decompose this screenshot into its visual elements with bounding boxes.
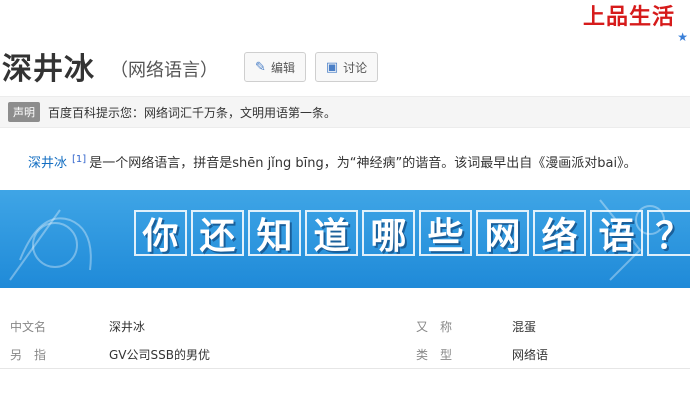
divider bbox=[0, 368, 690, 369]
info-row: 中文名 深井冰 又 称 混蛋 bbox=[0, 313, 690, 339]
banner-char: 你 bbox=[134, 210, 187, 257]
banner-char: 哪 bbox=[362, 210, 415, 257]
banner-char: 语 bbox=[590, 210, 643, 257]
discuss-button[interactable]: ▣ 讨论 bbox=[315, 52, 378, 82]
intro-text: 是一个网络语言，拼音是shēn jǐng bīng，为“神经病”的谐音。该词最早… bbox=[89, 156, 637, 171]
discuss-button-label: 讨论 bbox=[343, 60, 368, 75]
brand-watermark: 上品生活 bbox=[568, 0, 690, 30]
banner-char: 络 bbox=[533, 210, 586, 257]
banner-char: 道 bbox=[305, 210, 358, 257]
edit-button[interactable]: ✎ 编辑 bbox=[244, 52, 306, 82]
info-label: 类 型 bbox=[416, 347, 453, 362]
page-subtitle: （网络语言） bbox=[110, 60, 218, 81]
chat-icon: ▣ bbox=[325, 59, 339, 75]
pencil-icon: ✎ bbox=[255, 59, 266, 75]
banner-char: 知 bbox=[248, 210, 301, 257]
banner-char: 网 bbox=[476, 210, 529, 257]
term-link[interactable]: 深井冰 bbox=[28, 156, 67, 171]
banner-char: 些 bbox=[419, 210, 472, 257]
info-label: 中文名 bbox=[10, 319, 47, 334]
info-value: 混蛋 bbox=[512, 319, 537, 334]
banner-headline: 你 还 知 道 哪 些 网 络 语 ？ bbox=[134, 210, 690, 257]
intro-paragraph: 深井冰 [1] 是一个网络语言，拼音是shēn jǐng bīng，为“神经病”的谐… bbox=[28, 152, 690, 171]
edit-button-label: 编辑 bbox=[270, 60, 295, 75]
reference-link[interactable]: [1] bbox=[72, 154, 86, 165]
notice-badge: 声明 bbox=[8, 102, 40, 122]
info-label: 又 称 bbox=[416, 319, 453, 334]
info-value: 深井冰 bbox=[109, 319, 146, 334]
promo-banner[interactable]: 你 还 知 道 哪 些 网 络 语 ？ bbox=[0, 190, 690, 288]
banner-char: ？ bbox=[647, 210, 690, 257]
page-header: 深井冰 （网络语言） ✎ 编辑 ▣ 讨论 bbox=[0, 38, 690, 94]
notice-text: 百度百科提示您：网络词汇千万条，文明用语第一条。 bbox=[48, 105, 337, 120]
info-value: 网络语 bbox=[512, 347, 549, 362]
notice-bar: 声明 百度百科提示您：网络词汇千万条，文明用语第一条。 bbox=[0, 96, 690, 128]
banner-char: 还 bbox=[191, 210, 244, 257]
page-title: 深井冰 bbox=[2, 52, 95, 87]
info-label: 另 指 bbox=[10, 347, 47, 362]
info-value: GV公司SSB的男优 bbox=[109, 347, 210, 362]
info-row: 另 指 GV公司SSB的男优 类 型 网络语 bbox=[0, 341, 690, 367]
